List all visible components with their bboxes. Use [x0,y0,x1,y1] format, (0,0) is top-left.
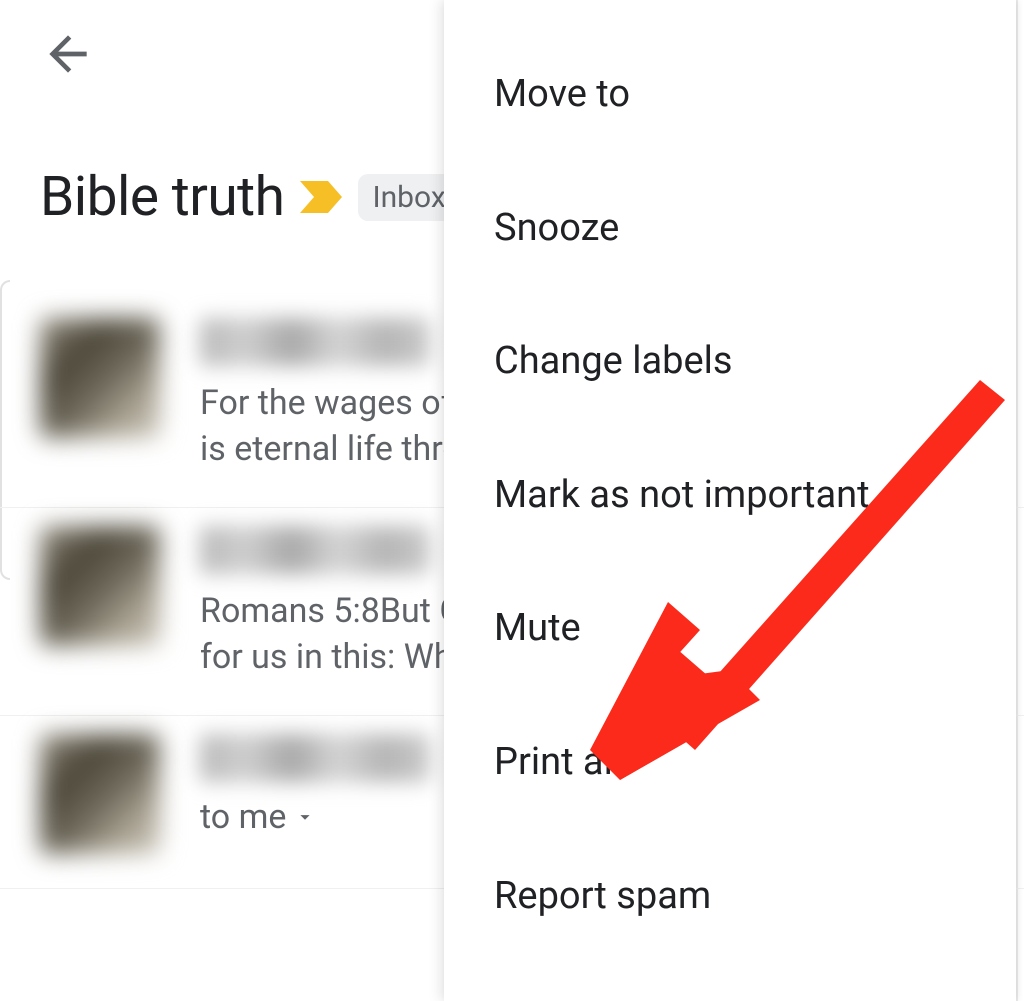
recipient-text: to me [200,797,286,837]
menu-item-report-spam[interactable]: Report spam [444,830,1016,964]
avatar [40,526,160,646]
subject-row: Bible truth Inbox [40,165,460,229]
sender-name-redacted [200,318,430,366]
chevron-down-icon [294,797,316,837]
email-thread-screen: Bible truth Inbox 14 For the wages of si… [0,0,1024,1001]
email-subject: Bible truth [40,165,284,229]
menu-item-mute[interactable]: Mute [444,562,1016,696]
sender-name-redacted [200,734,430,782]
menu-item-snooze[interactable]: Snooze [444,162,1016,296]
avatar [40,318,160,438]
arrow-left-icon [40,26,96,82]
menu-item-move-to[interactable]: Move to [444,28,1016,162]
recipient-line[interactable]: to me [200,797,316,837]
overflow-menu: Move to Snooze Change labels Mark as not… [444,0,1016,1001]
importance-icon[interactable] [298,179,344,215]
avatar [40,734,160,854]
back-button[interactable] [32,18,104,90]
menu-item-mark-not-important[interactable]: Mark as not important [444,429,1016,563]
sender-name-redacted [200,526,430,574]
menu-item-print-all[interactable]: Print all [444,696,1016,830]
menu-item-change-labels[interactable]: Change labels [444,295,1016,429]
